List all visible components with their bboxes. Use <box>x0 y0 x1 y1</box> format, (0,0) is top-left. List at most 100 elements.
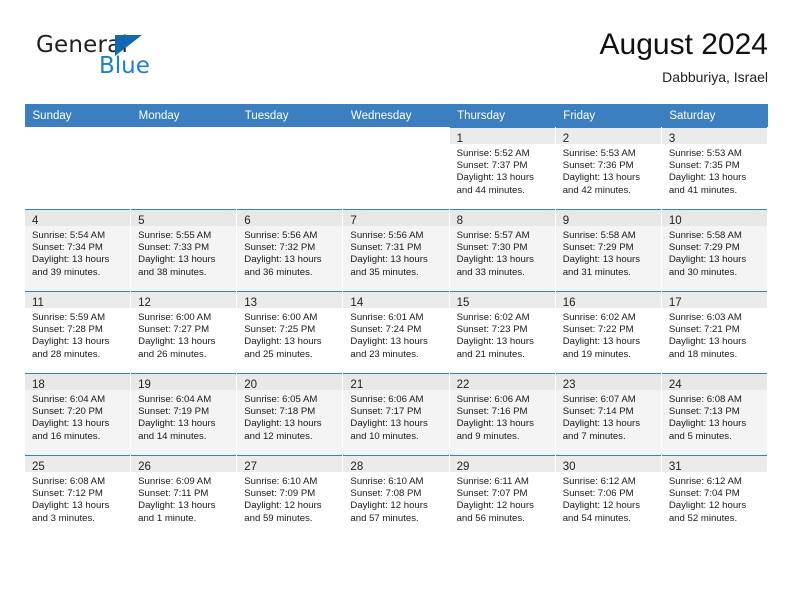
day-number: 8 <box>456 215 463 227</box>
day-cell-inner: 2 Sunrise: 5:53 AM Sunset: 7:36 PM Daylight… <box>555 127 661 209</box>
logo-text-blue: Blue <box>99 53 150 79</box>
calendar-day-cell[interactable]: 1 Sunrise: 5:52 AM Sunset: 7:37 PM Daylight… <box>448 127 556 209</box>
calendar-week-row: 1 Sunrise: 5:52 AM Sunset: 7:37 PM Daylight… <box>23 127 769 209</box>
day-cell-inner: 22 Sunrise: 6:06 AM Sunset: 7:16 PM Dayligh… <box>449 373 555 455</box>
calendar-day-cell[interactable]: 16 Sunrise: 6:02 AM Sunset: 7:22 PM Dayligh… <box>554 291 662 373</box>
day-number-bar: 8 <box>449 210 555 227</box>
calendar-day-cell[interactable]: 5 Sunrise: 5:55 AM Sunset: 7:33 PM Daylight… <box>130 209 238 291</box>
weekday-header-thursday: Thursday <box>449 104 556 127</box>
calendar-day-cell[interactable]: 15 Sunrise: 6:02 AM Sunset: 7:23 PM Dayligh… <box>448 291 556 373</box>
day-cell-details: Sunrise: 5:58 AM Sunset: 7:29 PM Daylight:… <box>662 226 767 279</box>
sunset-text: Sunset: 7:20 PM <box>32 406 103 418</box>
weekday-header-friday: Friday <box>555 104 662 127</box>
day-cell-inner: 5 Sunrise: 5:55 AM Sunset: 7:33 PM Daylight… <box>131 209 237 291</box>
daylight-text-line1: Daylight: 13 hours <box>562 336 641 348</box>
daylight-text-line2: and 23 minutes. <box>350 348 419 360</box>
day-cell-inner: 6 Sunrise: 5:56 AM Sunset: 7:32 PM Daylight… <box>237 209 343 291</box>
day-cell-inner: 10 Sunrise: 5:58 AM Sunset: 7:29 PM Dayligh… <box>661 209 767 291</box>
daylight-text-line2: and 21 minutes. <box>456 348 525 360</box>
calendar-day-cell[interactable]: 20 Sunrise: 6:05 AM Sunset: 7:18 PM Dayligh… <box>236 373 344 455</box>
day-number-bar: 9 <box>555 210 661 227</box>
daylight-text-line1: Daylight: 13 hours <box>456 172 534 184</box>
calendar-day-cell[interactable]: 11 Sunrise: 5:59 AM Sunset: 7:28 PM Dayligh… <box>23 291 132 373</box>
daylight-text-line2: and 26 minutes. <box>138 348 207 360</box>
calendar-page: General Blue August 2024 Dabburiya, Isra… <box>0 0 792 612</box>
calendar-day-cell[interactable]: 9 Sunrise: 5:58 AM Sunset: 7:29 PM Daylight… <box>554 209 662 291</box>
day-cell-details: Sunrise: 6:04 AM Sunset: 7:19 PM Daylight:… <box>131 390 236 443</box>
day-number-bar: 28 <box>343 456 449 473</box>
sunrise-text: Sunrise: 6:06 AM <box>456 394 530 405</box>
daylight-text-line1: Daylight: 13 hours <box>456 336 534 348</box>
calendar-day-cell[interactable]: 14 Sunrise: 6:01 AM Sunset: 7:24 PM Dayligh… <box>342 291 450 373</box>
calendar-day-cell[interactable]: 6 Sunrise: 5:56 AM Sunset: 7:32 PM Daylight… <box>236 209 344 291</box>
day-number: 6 <box>244 215 251 227</box>
calendar-day-cell[interactable]: 12 Sunrise: 6:00 AM Sunset: 7:27 PM Dayligh… <box>130 291 238 373</box>
daylight-text-line2: and 12 minutes. <box>244 430 313 442</box>
sunrise-text: Sunrise: 5:59 AM <box>32 312 106 323</box>
day-number: 25 <box>32 461 45 473</box>
calendar-week-row: 18 Sunrise: 6:04 AM Sunset: 7:20 PM Dayligh… <box>23 373 769 455</box>
day-number-bar: 31 <box>661 456 767 473</box>
sunrise-text: Sunrise: 6:02 AM <box>562 312 636 323</box>
day-number-bar: 23 <box>555 374 661 391</box>
calendar-day-cell[interactable]: 21 Sunrise: 6:06 AM Sunset: 7:17 PM Dayligh… <box>342 373 450 455</box>
calendar-day-cell[interactable]: 31 Sunrise: 6:12 AM Sunset: 7:04 PM Dayligh… <box>660 455 769 537</box>
day-number: 18 <box>32 379 45 391</box>
day-number: 15 <box>456 297 470 309</box>
daylight-text-line1: Daylight: 13 hours <box>668 336 747 348</box>
sunrise-text: Sunrise: 6:06 AM <box>350 394 424 405</box>
weekday-header-row: Sunday Monday Tuesday Wednesday Thursday Frid… <box>24 104 768 127</box>
day-cell-details: Sunrise: 5:57 AM Sunset: 7:30 PM Daylight:… <box>450 226 555 279</box>
calendar-day-cell[interactable]: 19 Sunrise: 6:04 AM Sunset: 7:19 PM Dayligh… <box>130 373 238 455</box>
weekday-header-sunday: Sunday <box>24 104 131 127</box>
sunrise-text: Sunrise: 5:53 AM <box>562 148 636 159</box>
calendar-day-cell[interactable]: 13 Sunrise: 6:00 AM Sunset: 7:25 PM Dayligh… <box>236 291 344 373</box>
calendar-day-cell[interactable]: 23 Sunrise: 6:07 AM Sunset: 7:14 PM Dayligh… <box>554 373 662 455</box>
sunrise-text: Sunrise: 6:12 AM <box>562 476 636 487</box>
page-subtitle: Dabburiya, Israel <box>662 69 768 85</box>
calendar-day-cell[interactable]: 2 Sunrise: 5:53 AM Sunset: 7:36 PM Daylight… <box>554 127 662 209</box>
sunrise-text: Sunrise: 5:56 AM <box>350 230 424 241</box>
general-blue-logo[interactable]: General Blue <box>36 32 236 90</box>
calendar-day-cell[interactable]: 18 Sunrise: 6:04 AM Sunset: 7:20 PM Dayligh… <box>23 373 132 455</box>
calendar-day-cell[interactable]: 30 Sunrise: 6:12 AM Sunset: 7:06 PM Dayligh… <box>554 455 662 537</box>
daylight-text-line1: Daylight: 13 hours <box>32 418 110 430</box>
daylight-text-line2: and 44 minutes. <box>456 184 525 196</box>
daylight-text-line2: and 38 minutes. <box>138 266 207 278</box>
daylight-text-line1: Daylight: 13 hours <box>138 418 216 430</box>
sunset-text: Sunset: 7:04 PM <box>668 488 740 500</box>
sunrise-text: Sunrise: 6:08 AM <box>668 394 742 405</box>
calendar-day-cell[interactable]: 24 Sunrise: 6:08 AM Sunset: 7:13 PM Dayligh… <box>660 373 769 455</box>
sunrise-text: Sunrise: 5:56 AM <box>244 230 318 241</box>
day-number: 31 <box>668 461 682 473</box>
day-cell-inner: 15 Sunrise: 6:02 AM Sunset: 7:23 PM Dayligh… <box>449 291 555 373</box>
calendar-day-cell[interactable]: 7 Sunrise: 5:56 AM Sunset: 7:31 PM Daylight… <box>342 209 450 291</box>
calendar-day-cell[interactable]: 4 Sunrise: 5:54 AM Sunset: 7:34 PM Daylight… <box>23 209 132 291</box>
calendar-day-cell[interactable]: 25 Sunrise: 6:08 AM Sunset: 7:12 PM Dayligh… <box>23 455 132 537</box>
day-number: 5 <box>138 215 145 227</box>
sunset-text: Sunset: 7:29 PM <box>668 242 740 254</box>
calendar-day-cell[interactable]: 17 Sunrise: 6:03 AM Sunset: 7:21 PM Dayligh… <box>660 291 769 373</box>
daylight-text-line1: Daylight: 13 hours <box>138 254 216 266</box>
day-cell-details: Sunrise: 5:59 AM Sunset: 7:28 PM Daylight:… <box>25 308 130 361</box>
day-number: 30 <box>562 461 576 473</box>
day-number-bar: 27 <box>237 456 343 473</box>
sunrise-text: Sunrise: 6:00 AM <box>138 312 212 323</box>
day-number: 13 <box>244 297 258 309</box>
day-number: 14 <box>350 297 364 309</box>
day-cell-details: Sunrise: 5:53 AM Sunset: 7:35 PM Daylight:… <box>662 144 767 197</box>
calendar-day-cell[interactable]: 26 Sunrise: 6:09 AM Sunset: 7:11 PM Dayligh… <box>130 455 238 537</box>
calendar-day-cell[interactable]: 28 Sunrise: 6:10 AM Sunset: 7:08 PM Dayligh… <box>342 455 450 537</box>
calendar-day-cell[interactable]: 22 Sunrise: 6:06 AM Sunset: 7:16 PM Dayligh… <box>448 373 556 455</box>
day-number-bar: 6 <box>237 210 343 227</box>
sunrise-text: Sunrise: 6:03 AM <box>668 312 742 323</box>
day-number: 7 <box>350 215 357 227</box>
calendar-day-cell[interactable]: 27 Sunrise: 6:10 AM Sunset: 7:09 PM Dayligh… <box>236 455 344 537</box>
calendar-day-cell[interactable]: 29 Sunrise: 6:11 AM Sunset: 7:07 PM Dayligh… <box>448 455 556 537</box>
calendar-day-cell[interactable]: 3 Sunrise: 5:53 AM Sunset: 7:35 PM Daylight… <box>660 127 769 209</box>
daylight-text-line1: Daylight: 13 hours <box>244 254 322 266</box>
calendar-day-cell[interactable]: 10 Sunrise: 5:58 AM Sunset: 7:29 PM Dayligh… <box>660 209 769 291</box>
day-cell-inner: 11 Sunrise: 5:59 AM Sunset: 7:28 PM Dayligh… <box>25 291 131 373</box>
calendar-day-cell[interactable]: 8 Sunrise: 5:57 AM Sunset: 7:30 PM Daylight… <box>448 209 556 291</box>
sunset-text: Sunset: 7:08 PM <box>350 488 422 500</box>
